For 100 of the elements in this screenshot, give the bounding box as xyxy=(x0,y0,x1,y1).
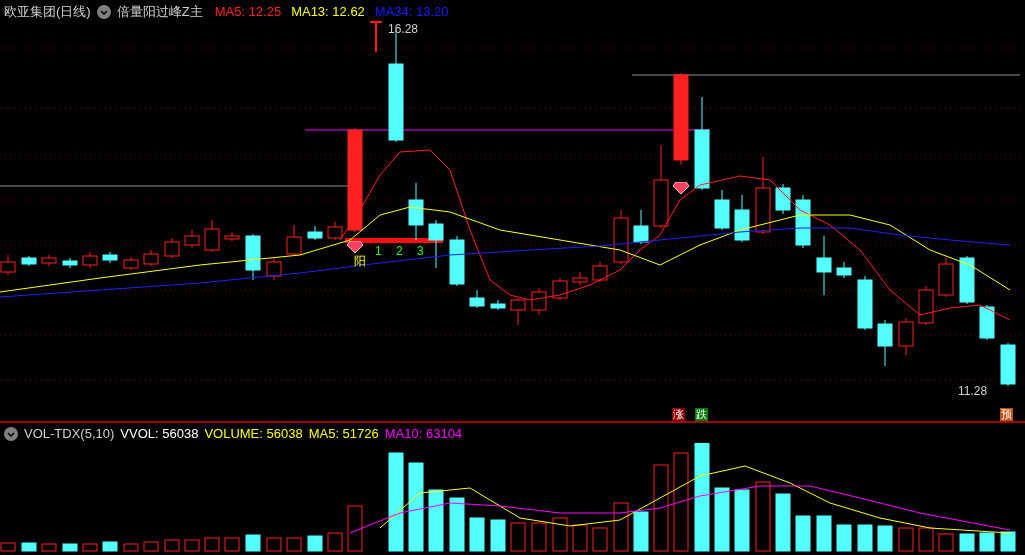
candlestick xyxy=(123,256,139,271)
candlestick xyxy=(102,251,118,264)
day-count-label: 1 xyxy=(375,243,382,260)
volume-bar xyxy=(959,533,975,552)
volume-bar xyxy=(836,524,852,552)
chevron-down-icon[interactable] xyxy=(4,426,18,441)
candlestick xyxy=(816,235,832,296)
candlestick xyxy=(307,225,323,241)
moving-average-value: MA5: 12.25 xyxy=(214,3,282,21)
high-price-label: 16.28 xyxy=(388,21,419,38)
volume-stat: MA10: 63104 xyxy=(384,425,463,443)
candlestick xyxy=(795,194,811,249)
signal-tag: 涨 xyxy=(672,408,685,421)
candlestick xyxy=(408,182,424,241)
candlestick xyxy=(266,257,282,281)
volume-bar xyxy=(898,527,914,552)
candlestick xyxy=(857,275,873,331)
candlestick xyxy=(510,297,526,326)
candlestick xyxy=(592,261,608,283)
candlestick xyxy=(714,189,730,231)
candlestick xyxy=(552,277,568,301)
candlestick xyxy=(613,209,629,265)
volume-bar xyxy=(41,543,57,552)
volume-bar xyxy=(164,539,180,552)
volume-bar xyxy=(82,543,98,552)
volume-bar xyxy=(979,532,995,552)
candlestick xyxy=(82,251,98,269)
candlestick xyxy=(428,219,444,269)
candlestick xyxy=(633,209,649,245)
volume-bar xyxy=(552,517,568,552)
volume-bar xyxy=(613,502,629,552)
volume-bar xyxy=(572,524,588,552)
volume-bar xyxy=(327,532,343,552)
indicator-name: 倍量阳过峰Z主 xyxy=(116,3,203,21)
volume-bar xyxy=(510,522,526,552)
candlestick xyxy=(204,219,220,253)
candlestick xyxy=(184,229,200,249)
candlestick xyxy=(877,319,893,367)
candlestick xyxy=(469,289,485,309)
volume-bar xyxy=(531,522,547,552)
candlestick xyxy=(572,271,588,286)
volume-bar xyxy=(224,537,240,552)
volume-bar xyxy=(204,537,220,552)
volume-bar xyxy=(184,539,200,552)
volume-bar xyxy=(123,543,139,552)
stock-title: 欧亚集团(日线) xyxy=(4,3,91,21)
volume-bar xyxy=(286,537,302,552)
volume-bar xyxy=(775,493,791,552)
volume-bar xyxy=(245,534,261,552)
volume-bar xyxy=(469,517,485,552)
candlestick xyxy=(490,299,506,311)
volume-bar xyxy=(1000,531,1016,552)
volume-bar xyxy=(938,533,954,552)
volume-bar xyxy=(143,541,159,552)
candlestick xyxy=(224,231,240,242)
candlestick xyxy=(327,221,343,241)
candlestick xyxy=(41,254,57,267)
volume-bar xyxy=(877,525,893,552)
candlestick xyxy=(1000,342,1016,387)
day-count-label: 2 xyxy=(396,243,403,260)
candlestick xyxy=(734,194,750,243)
volume-bar xyxy=(266,537,282,552)
candlestick xyxy=(938,257,954,298)
moving-average-value: MA13: 12.62 xyxy=(291,3,365,21)
candlestick xyxy=(531,287,547,316)
candlestick xyxy=(918,285,934,326)
candlestick xyxy=(62,257,78,269)
high-marker xyxy=(369,21,383,53)
candlestick xyxy=(286,224,302,257)
volume-bar xyxy=(428,489,444,552)
volume-bar xyxy=(918,527,934,552)
volume-bar xyxy=(795,515,811,552)
candlestick xyxy=(836,261,852,279)
signal-tag: 预 xyxy=(1000,408,1013,421)
signal-tag: 跌 xyxy=(695,408,708,421)
candlestick xyxy=(143,249,159,267)
volume-bar xyxy=(21,542,37,552)
volume-indicator-name: VOL-TDX(5,10) xyxy=(24,425,115,443)
volume-bar xyxy=(102,541,118,552)
day-count-label: 3 xyxy=(417,243,424,260)
candlestick xyxy=(245,233,261,281)
gem-icon xyxy=(673,182,689,194)
volume-bar xyxy=(449,497,465,552)
candlestick xyxy=(775,183,791,215)
candlestick xyxy=(21,255,37,267)
candlestick xyxy=(449,235,465,287)
volume-bar xyxy=(490,519,506,552)
candlestick xyxy=(898,317,914,356)
volume-bar xyxy=(755,481,771,552)
volume-bar xyxy=(734,489,750,552)
chevron-down-icon[interactable] xyxy=(96,4,111,19)
volume-bar xyxy=(857,524,873,552)
volume-bar xyxy=(816,515,832,552)
volume-bar xyxy=(633,511,649,552)
volume-stat: MA5: 51726 xyxy=(308,425,379,443)
candlestick xyxy=(979,304,995,341)
volume-stat: VVOL: 56038 xyxy=(120,425,199,443)
moving-average-value: MA34: 13.20 xyxy=(374,3,449,21)
candlestick xyxy=(164,237,180,259)
gem-icon xyxy=(347,241,363,253)
